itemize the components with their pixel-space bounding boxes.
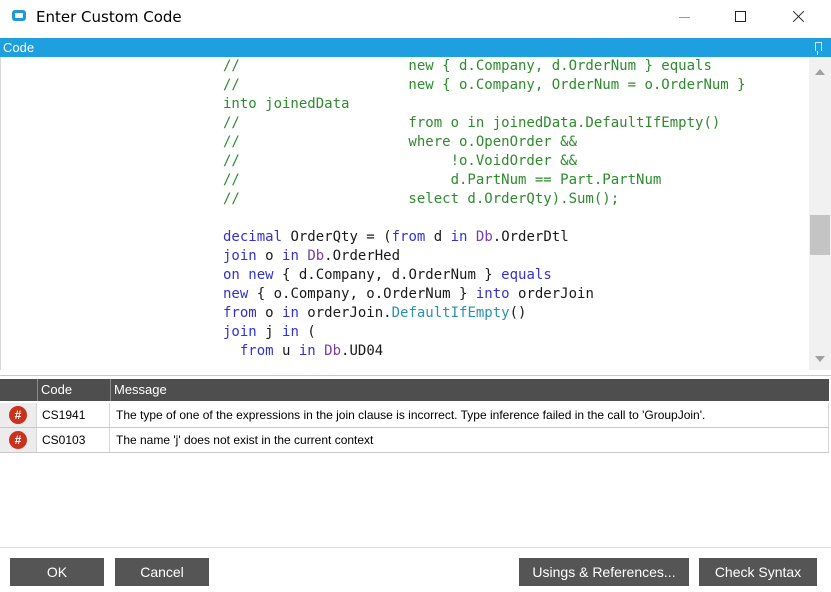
code-token: in xyxy=(298,343,316,359)
code-token: // xyxy=(223,172,240,188)
code-token: decimal xyxy=(223,229,283,245)
code-token: ( xyxy=(298,324,316,340)
code-token: // xyxy=(223,77,240,93)
grid-header: Code Message xyxy=(0,379,829,401)
title-bar: Enter Custom Code xyxy=(0,0,831,36)
code-token: // xyxy=(223,191,240,207)
code-token: d xyxy=(425,229,451,245)
cancel-button[interactable]: Cancel xyxy=(115,558,209,586)
code-editor-scrollbar[interactable] xyxy=(809,57,831,370)
dialog-footer: OK Cancel Usings & References... Check S… xyxy=(0,547,831,592)
error-icon: # xyxy=(9,431,27,449)
code-token: // xyxy=(223,115,240,131)
code-token: on xyxy=(223,267,240,283)
code-token: into xyxy=(475,286,510,302)
code-line: from o in orderJoin.DefaultIfEmpty() xyxy=(223,304,526,323)
pin-icon[interactable] xyxy=(815,42,822,55)
code-token: Db xyxy=(324,343,342,359)
code-token: where o.OpenOrder && xyxy=(239,134,578,150)
code-token: into joinedData xyxy=(223,96,350,112)
code-token: from xyxy=(223,343,274,359)
code-token: o xyxy=(256,248,283,264)
code-token: { o.Company, o.OrderNum } xyxy=(248,286,476,302)
code-token: new { o.Company, OrderNum = o.OrderNum } xyxy=(239,77,746,93)
code-line: decimal OrderQty = (from d in Db.OrderDt… xyxy=(223,228,569,247)
code-line: // new { d.Company, d.OrderNum } equals xyxy=(223,57,712,76)
window-title: Enter Custom Code xyxy=(36,8,182,26)
code-token: orderJoin. xyxy=(298,305,392,321)
close-button[interactable] xyxy=(770,0,828,34)
code-line: into joinedData xyxy=(223,95,349,114)
code-token: in xyxy=(282,248,299,264)
code-token: o xyxy=(256,305,283,321)
usings-references-button[interactable]: Usings & References... xyxy=(519,558,689,586)
code-token: // xyxy=(223,58,240,74)
table-row[interactable]: # CS1941 The type of one of the expressi… xyxy=(0,403,829,428)
scroll-down-icon[interactable] xyxy=(815,356,825,362)
code-token: new { d.Company, d.OrderNum } equals xyxy=(239,58,712,74)
code-token: equals xyxy=(501,267,552,283)
code-token: .OrderDtl xyxy=(492,229,569,245)
code-line: join o in Db.OrderHed xyxy=(223,247,400,266)
ok-button[interactable]: OK xyxy=(10,558,104,586)
code-line: // !o.VoidOrder && xyxy=(223,152,577,171)
error-message: The type of one of the expressions in th… xyxy=(110,403,829,427)
code-token: .UD04 xyxy=(341,343,384,359)
code-line: // d.PartNum == Part.PartNum xyxy=(223,171,661,190)
code-token: .OrderHed xyxy=(324,248,401,264)
code-token: new xyxy=(223,286,249,302)
code-token: select d.OrderQty).Sum(); xyxy=(239,191,620,207)
code-panel-header: Code xyxy=(0,38,831,57)
code-line: // select d.OrderQty).Sum(); xyxy=(223,190,619,209)
check-syntax-button[interactable]: Check Syntax xyxy=(699,558,817,586)
minimize-button[interactable] xyxy=(655,0,713,34)
code-token: // xyxy=(223,134,240,150)
scrollbar-thumb[interactable] xyxy=(810,215,830,255)
code-token: from o in joinedData.DefaultIfEmpty() xyxy=(239,115,721,131)
code-token: in xyxy=(282,324,299,340)
error-code: CS1941 xyxy=(37,403,110,427)
code-line: join j in ( xyxy=(223,323,316,342)
code-token: join xyxy=(223,248,257,264)
app-icon xyxy=(12,10,26,21)
code-token: in xyxy=(282,305,299,321)
code-line: // new { o.Company, OrderNum = o.OrderNu… xyxy=(223,76,746,95)
column-header-message[interactable]: Message xyxy=(110,379,829,401)
code-line: from u in Db.UD04 xyxy=(223,342,383,361)
code-token: join xyxy=(223,324,257,340)
code-token: Db xyxy=(475,229,493,245)
code-line: on new { d.Company, d.OrderNum } equals xyxy=(223,266,552,285)
code-panel-title: Code xyxy=(3,40,35,55)
code-token: from xyxy=(391,229,426,245)
maximize-button[interactable] xyxy=(712,0,770,34)
code-token: OrderQty = ( xyxy=(282,229,392,245)
code-token: d.PartNum == Part.PartNum xyxy=(239,172,662,188)
code-line: // where o.OpenOrder && xyxy=(223,133,577,152)
table-row[interactable]: # CS0103 The name 'j' does not exist in … xyxy=(0,428,829,453)
column-header-code[interactable]: Code xyxy=(37,379,110,401)
code-token: in xyxy=(450,229,468,245)
code-token: !o.VoidOrder && xyxy=(239,153,578,169)
code-token: orderJoin xyxy=(509,286,594,302)
code-token: DefaultIfEmpty xyxy=(391,305,510,321)
scroll-up-icon[interactable] xyxy=(815,69,825,75)
error-message: The name 'j' does not exist in the curre… xyxy=(110,428,829,452)
code-token: { d.Company, d.OrderNum } xyxy=(273,267,502,283)
code-token: () xyxy=(509,305,527,321)
code-token: j xyxy=(256,324,283,340)
code-line: // from o in joinedData.DefaultIfEmpty() xyxy=(223,114,720,133)
error-icon: # xyxy=(9,406,27,424)
code-token: // xyxy=(223,153,240,169)
code-editor[interactable]: // new { d.Company, d.OrderNum } equals /… xyxy=(0,57,810,370)
error-code: CS0103 xyxy=(37,428,110,452)
code-token: u xyxy=(273,343,299,359)
code-token: new xyxy=(248,267,274,283)
errors-grid: Code Message # CS1941 The type of one of… xyxy=(0,375,831,546)
code-line: new { o.Company, o.OrderNum } into order… xyxy=(223,285,594,304)
code-token: from xyxy=(223,305,257,321)
code-token: Db xyxy=(307,248,325,264)
